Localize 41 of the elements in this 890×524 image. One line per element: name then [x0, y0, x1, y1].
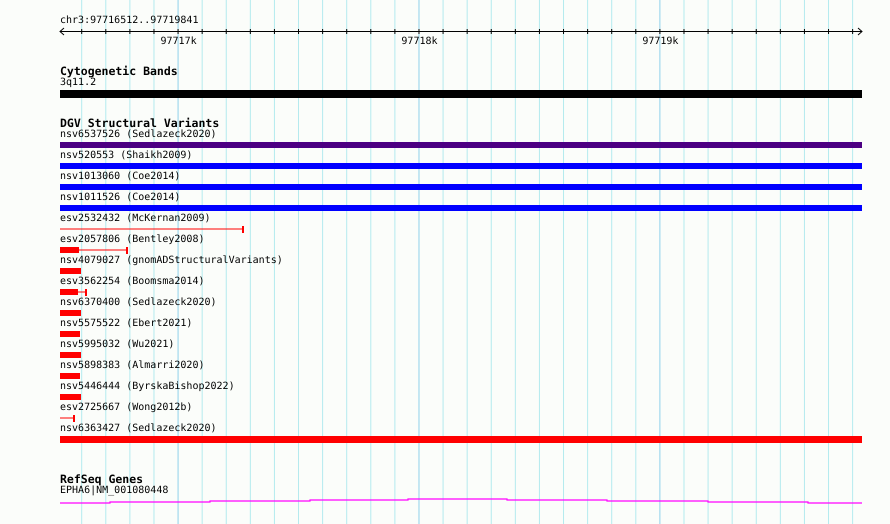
variant-bar[interactable] — [60, 184, 862, 190]
variant-bar[interactable] — [60, 373, 80, 379]
track-title: DGV Structural Variants — [60, 117, 220, 129]
variant-bar[interactable] — [60, 205, 862, 211]
variant-extent-line[interactable] — [60, 226, 244, 233]
gene-label: EPHA6|NM_001080448 — [60, 485, 168, 497]
variant-label: esv3562254 (Boomsma2014) — [60, 276, 204, 288]
variant-label: esv2057806 (Bentley2008) — [60, 234, 204, 246]
variant-label: nsv5575522 (Ebert2021) — [60, 318, 192, 330]
variant-label: nsv1011526 (Coe2014) — [60, 192, 180, 204]
variant-label: nsv4079027 (gnomADStructuralVariants) — [60, 255, 283, 267]
variant-extent-line[interactable] — [60, 289, 87, 296]
variant-label: nsv6370400 (Sedlazeck2020) — [60, 297, 217, 309]
variant-extent-line[interactable] — [60, 247, 128, 254]
variant-extent-line[interactable] — [60, 415, 75, 422]
location-label: chr3:97716512..97719841 — [60, 14, 198, 27]
ruler-tick-label: 97719k — [642, 36, 678, 47]
gene-model-line[interactable] — [60, 498, 862, 504]
variant-label: nsv6363427 (Sedlazeck2020) — [60, 423, 217, 435]
band-label: 3q11.2 — [60, 77, 96, 89]
cytoband-bar[interactable] — [60, 90, 862, 98]
variant-bar[interactable] — [60, 436, 862, 443]
variant-bar[interactable] — [60, 331, 80, 337]
track-title: RefSeq Genes — [60, 473, 144, 485]
variant-bar[interactable] — [60, 394, 81, 400]
variant-label: esv2725667 (Wong2012b) — [60, 402, 192, 414]
variant-label: nsv6537526 (Sedlazeck2020) — [60, 129, 217, 141]
variant-bar[interactable] — [60, 142, 862, 148]
variant-bar[interactable] — [60, 268, 81, 274]
variant-label: nsv5898383 (Almarri2020) — [60, 360, 204, 372]
variant-label: nsv5995032 (Wu2021) — [60, 339, 174, 351]
variant-bar[interactable] — [60, 310, 81, 316]
variant-bar[interactable] — [60, 163, 862, 169]
ruler-tick-label: 97717k — [160, 36, 197, 47]
variant-label: nsv5446444 (ByrskaBishop2022) — [60, 381, 235, 393]
variant-label: esv2532432 (McKernan2009) — [60, 213, 211, 225]
variant-bar[interactable] — [60, 352, 81, 358]
ruler-tick-label: 97718k — [401, 36, 438, 47]
variant-label: nsv1013060 (Coe2014) — [60, 171, 180, 183]
variant-label: nsv520553 (Shaikh2009) — [60, 150, 192, 162]
track-title: Cytogenetic Bands — [60, 65, 178, 77]
